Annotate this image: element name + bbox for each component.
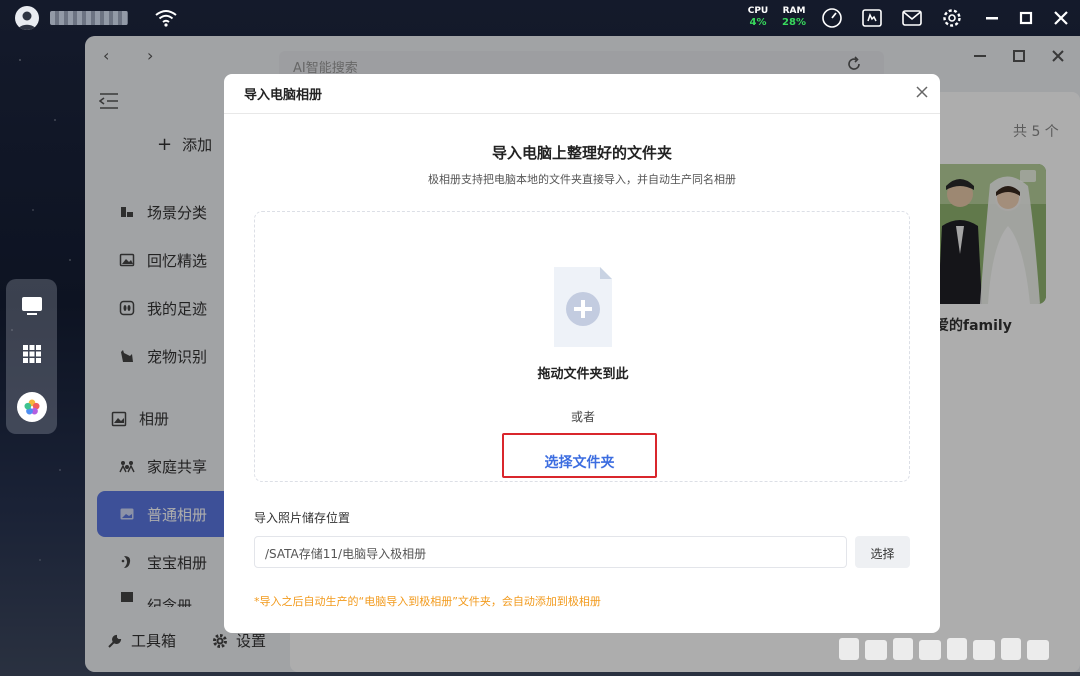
photos-app-icon: [16, 391, 47, 422]
cpu-label: CPU: [747, 6, 769, 16]
monitor-icon: [21, 296, 42, 315]
import-note: *导入之后自动生产的“电脑导入到极相册”文件夹，会自动添加到极相册: [254, 595, 601, 608]
drop-hint-text: 拖动文件夹到此: [537, 367, 629, 382]
folder-drop-zone[interactable]: 拖动文件夹到此 或者 选择文件夹: [254, 211, 910, 482]
cpu-usage: CPU 4%: [740, 6, 776, 28]
wifi-icon[interactable]: [154, 8, 178, 28]
ram-label: RAM: [782, 6, 806, 16]
system-top-bar: CPU 4% RAM 28%: [0, 0, 1080, 36]
ram-value: 28%: [782, 17, 806, 28]
dialog-header: 导入电脑相册: [224, 74, 940, 114]
cpu-value: 4%: [749, 17, 767, 28]
close-icon[interactable]: [1050, 7, 1072, 29]
storage-path-input[interactable]: /SATA存储11/电脑导入极相册: [254, 536, 847, 568]
maximize-icon[interactable]: [1015, 7, 1037, 29]
mail-icon[interactable]: [901, 7, 923, 29]
storage-location-label: 导入照片储存位置: [254, 511, 351, 525]
username-blurred: [50, 11, 128, 25]
import-album-dialog: 导入电脑相册 导入电脑上整理好的文件夹 极相册支持把电脑本地的文件夹直接导入，并…: [224, 74, 940, 633]
watermark-graphic: [839, 638, 1049, 660]
dialog-subtitle: 极相册支持把电脑本地的文件夹直接导入，并自动生产同名相册: [428, 173, 736, 186]
left-dock: [6, 279, 57, 434]
dialog-close-icon[interactable]: [914, 84, 930, 100]
grid-icon: [22, 344, 41, 363]
dialog-title: 导入电脑上整理好的文件夹: [491, 144, 672, 162]
ram-usage: RAM 28%: [776, 6, 812, 28]
add-file-icon: [554, 267, 612, 347]
apps-button[interactable]: [15, 337, 48, 370]
blurred-watermark: [835, 632, 1070, 666]
or-text: 或者: [570, 410, 595, 424]
minimize-icon[interactable]: [981, 7, 1003, 29]
user-icon: [18, 11, 36, 30]
monitor-chart-icon[interactable]: [861, 7, 883, 29]
photos-app-button[interactable]: [15, 390, 48, 423]
speedometer-icon[interactable]: [821, 7, 843, 29]
desktop-button[interactable]: [15, 289, 48, 322]
select-path-button[interactable]: 选择: [855, 536, 910, 568]
user-avatar[interactable]: [15, 6, 39, 30]
choose-folder-button[interactable]: 选择文件夹: [502, 433, 657, 478]
gear-icon[interactable]: [941, 7, 963, 29]
